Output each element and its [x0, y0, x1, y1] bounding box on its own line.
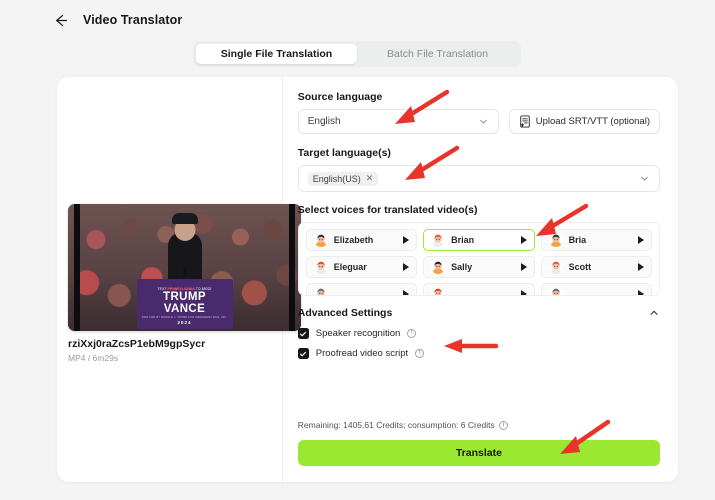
voice-card[interactable]: Brian: [423, 229, 535, 251]
voices-grid: Elizabeth Brian Bria Eleguar Sally Scott: [305, 229, 652, 295]
podium-name-line2: VANCE: [163, 302, 206, 315]
voice-name: Brian: [451, 235, 475, 245]
voice-name: Bria: [568, 235, 587, 245]
voice-card[interactable]: [423, 283, 535, 295]
voice-card[interactable]: Sally: [423, 256, 535, 278]
avatar-elizabeth-icon: [313, 233, 328, 247]
voice-card[interactable]: Bria: [540, 229, 652, 251]
target-language-chip-label: English(US): [312, 173, 361, 184]
voice-card[interactable]: Eleguar: [305, 256, 418, 278]
chevron-up-icon[interactable]: [648, 307, 660, 319]
file-upload-icon: [520, 115, 530, 128]
file-meta: MP4 / 6m29s: [68, 353, 119, 363]
chevron-down-icon: [480, 119, 487, 124]
voice-card[interactable]: Elizabeth: [305, 229, 418, 251]
avatar-brian-icon: [431, 233, 446, 247]
avatar-row3-b-icon: [431, 287, 446, 295]
speaker-hat: [172, 212, 199, 224]
advanced-settings-title: Advanced Settings: [297, 307, 393, 319]
voice-name: Scott: [568, 262, 592, 272]
proofread-video-script-label: Proofread video script: [315, 348, 409, 359]
back-arrow-icon[interactable]: [52, 12, 69, 29]
page-title: Video Translator: [83, 13, 183, 27]
avatar-bria-icon: [548, 233, 563, 247]
avatar-sally-icon: [431, 260, 446, 274]
info-icon[interactable]: !: [415, 349, 425, 358]
credits-status: Remaining: 1405.61 Credits; consumption:…: [298, 420, 508, 430]
target-language-label: Target language(s): [297, 147, 391, 159]
speaker-recognition-label: Speaker recognition: [315, 328, 401, 339]
settings-pane: Source language English Upload SRT/VTT (…: [283, 77, 678, 482]
voice-name: Elizabeth: [333, 235, 374, 245]
play-icon[interactable]: [638, 263, 644, 271]
tab-single-file-translation[interactable]: Single File Translation: [196, 44, 357, 64]
check-icon: [300, 331, 307, 336]
info-icon[interactable]: i: [498, 420, 508, 430]
voice-card[interactable]: Scott: [540, 256, 652, 278]
credits-text: Remaining: 1405.61 Credits; consumption:…: [297, 420, 495, 430]
translation-mode-tabs: Single File Translation Batch File Trans…: [193, 41, 521, 67]
upload-srt-vtt-label: Upload SRT/VTT (optional): [535, 116, 650, 127]
avatar-row3-c-icon: [548, 287, 563, 295]
podium-sign: TEXT PENNSYLVANIA TO 88022 TRUMP VANCE P…: [136, 279, 233, 329]
play-icon[interactable]: [403, 236, 410, 244]
video-letterbox-left: [74, 204, 80, 331]
header: Video Translator: [0, 0, 715, 40]
avatar-row3-a-icon: [313, 287, 328, 295]
main-card: TEXT PENNSYLVANIA TO 88022 TRUMP VANCE P…: [57, 77, 678, 482]
voices-scroll-container[interactable]: Elizabeth Brian Bria Eleguar Sally Scott: [297, 222, 660, 296]
play-icon[interactable]: [403, 263, 410, 271]
avatar-scott-icon: [548, 260, 563, 274]
tab-batch-file-translation[interactable]: Batch File Translation: [357, 44, 518, 64]
source-language-value: English: [307, 116, 341, 127]
play-icon[interactable]: [638, 236, 644, 244]
video-frame: TEXT PENNSYLVANIA TO 88022 TRUMP VANCE P…: [68, 204, 301, 331]
file-preview-pane: TEXT PENNSYLVANIA TO 88022 TRUMP VANCE P…: [57, 77, 301, 482]
close-icon[interactable]: ✕: [366, 174, 374, 183]
source-language-row: English Upload SRT/VTT (optional): [297, 109, 660, 134]
info-icon[interactable]: !: [407, 329, 417, 338]
voice-name: Eleguar: [333, 262, 367, 272]
file-name: rziXxj0raZcsP1ebM9gpSycr: [68, 338, 206, 350]
avatar-eleguar-icon: [313, 260, 328, 274]
video-thumbnail[interactable]: TEXT PENNSYLVANIA TO 88022 TRUMP VANCE P…: [68, 204, 301, 331]
play-icon[interactable]: [520, 290, 527, 295]
chevron-down-icon: [641, 176, 648, 181]
play-icon[interactable]: [403, 290, 410, 295]
target-language-chip: English(US) ✕: [307, 171, 379, 186]
podium-name-line1: TRUMP: [163, 290, 206, 303]
play-icon[interactable]: [638, 290, 644, 295]
play-icon[interactable]: [520, 236, 527, 244]
voices-label: Select voices for translated video(s): [297, 204, 478, 216]
play-icon[interactable]: [520, 263, 527, 271]
source-language-select[interactable]: English: [297, 109, 499, 134]
translate-button[interactable]: Translate: [297, 440, 660, 466]
source-language-label: Source language: [297, 91, 383, 103]
podium-text-line: TEXT PENNSYLVANIA TO 88022: [157, 286, 212, 291]
podium-year: 2024: [177, 319, 192, 325]
podium-disclaimer: PAID FOR BY DONALD J. TRUMP FOR PRESIDEN…: [141, 315, 228, 319]
upload-srt-vtt-button[interactable]: Upload SRT/VTT (optional): [508, 109, 660, 134]
voice-card[interactable]: [305, 283, 418, 295]
voice-card[interactable]: [540, 283, 652, 295]
check-icon: [300, 351, 307, 356]
speaker-recognition-checkbox[interactable]: [297, 328, 309, 339]
app-root: Video Translator Single File Translation…: [0, 0, 715, 500]
target-language-select[interactable]: English(US) ✕: [297, 165, 660, 192]
voice-name: Sally: [451, 262, 473, 272]
proofread-video-script-checkbox[interactable]: [297, 348, 309, 359]
advanced-settings-header[interactable]: Advanced Settings: [298, 307, 660, 319]
proofread-video-script-row[interactable]: Proofread video script !: [297, 348, 660, 359]
speaker-recognition-row[interactable]: Speaker recognition !: [297, 328, 660, 339]
